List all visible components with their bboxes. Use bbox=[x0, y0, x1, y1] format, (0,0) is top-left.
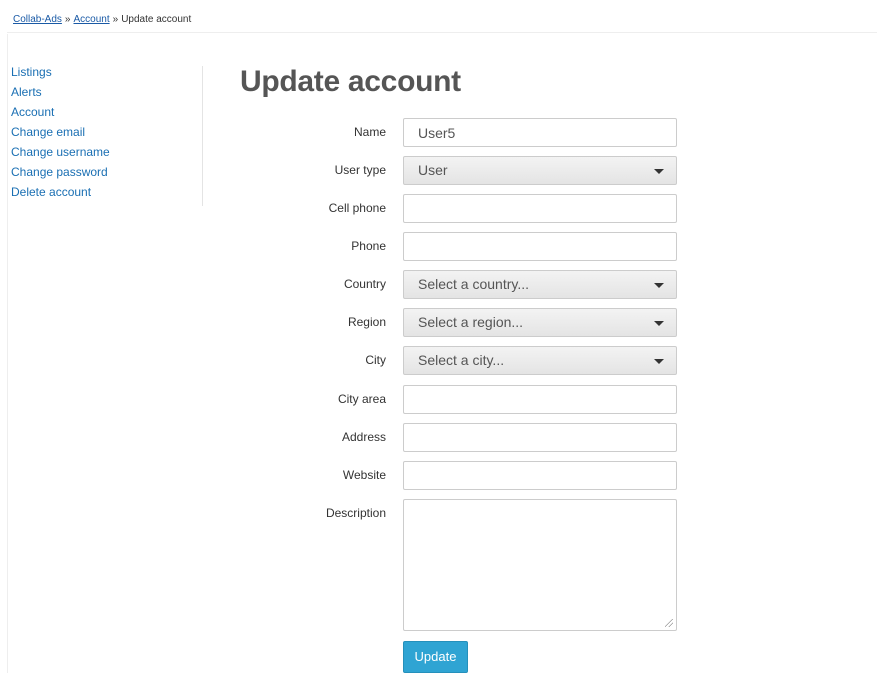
website-label: Website bbox=[342, 468, 386, 482]
cell-phone-label: Cell phone bbox=[328, 201, 386, 215]
city-select[interactable]: Select a city... bbox=[403, 346, 677, 375]
description-textarea[interactable] bbox=[403, 499, 677, 631]
sidebar: Listings Alerts Account Change email Cha… bbox=[11, 62, 191, 202]
sidebar-item-delete-account[interactable]: Delete account bbox=[11, 182, 191, 202]
sidebar-item-change-username[interactable]: Change username bbox=[11, 142, 191, 162]
name-label: Name bbox=[353, 125, 386, 139]
user-type-selected-value: User bbox=[418, 162, 448, 178]
page: Collab-Ads» Account» Update account Listin… bbox=[0, 0, 883, 673]
address-label: Address bbox=[341, 430, 386, 444]
sidebar-item-change-email[interactable]: Change email bbox=[11, 122, 191, 142]
website-row: Website bbox=[260, 461, 680, 491]
cell-phone-row: Cell phone bbox=[260, 194, 680, 224]
country-row: Country Select a country... bbox=[260, 270, 680, 300]
page-title: Update account bbox=[240, 65, 461, 98]
breadcrumb-separator: » bbox=[112, 14, 119, 25]
country-selected-value: Select a country... bbox=[418, 276, 530, 292]
country-label: Country bbox=[343, 277, 386, 291]
name-input[interactable] bbox=[403, 118, 677, 147]
address-input[interactable] bbox=[403, 423, 677, 452]
chevron-down-icon bbox=[654, 321, 664, 326]
sidebar-item-change-password[interactable]: Change password bbox=[11, 162, 191, 182]
sidebar-item-listings[interactable]: Listings bbox=[11, 62, 191, 82]
cell-phone-input[interactable] bbox=[403, 194, 677, 223]
region-row: Region Select a region... bbox=[260, 308, 680, 338]
website-input[interactable] bbox=[403, 461, 677, 490]
breadcrumb: Collab-Ads» Account» Update account bbox=[7, 8, 877, 33]
phone-input[interactable] bbox=[403, 232, 677, 261]
city-area-input[interactable] bbox=[403, 385, 677, 414]
city-area-label: City area bbox=[337, 392, 386, 406]
sidebar-item-account[interactable]: Account bbox=[11, 102, 191, 122]
description-label: Description bbox=[325, 506, 386, 520]
resize-grip-icon[interactable] bbox=[665, 619, 673, 627]
sidebar-divider bbox=[202, 66, 203, 206]
chevron-down-icon bbox=[654, 359, 664, 364]
region-selected-value: Select a region... bbox=[418, 314, 524, 330]
chevron-down-icon bbox=[654, 169, 664, 174]
city-label: City bbox=[365, 353, 386, 367]
breadcrumb-account-link[interactable]: Account bbox=[73, 14, 109, 25]
address-row: Address bbox=[260, 423, 680, 453]
update-button[interactable]: Update bbox=[403, 641, 468, 673]
city-selected-value: Select a city... bbox=[418, 352, 505, 368]
user-type-select[interactable]: User bbox=[403, 156, 677, 185]
sidebar-item-alerts[interactable]: Alerts bbox=[11, 82, 191, 102]
phone-row: Phone bbox=[260, 232, 680, 262]
user-type-label: User type bbox=[334, 163, 386, 177]
city-row: City Select a city... bbox=[260, 346, 680, 376]
left-border bbox=[7, 34, 8, 673]
region-label: Region bbox=[347, 315, 386, 329]
phone-label: Phone bbox=[351, 239, 386, 253]
name-row: Name bbox=[260, 118, 680, 148]
breadcrumb-home-link[interactable]: Collab-Ads bbox=[13, 14, 62, 25]
description-row: Description bbox=[260, 499, 680, 632]
breadcrumb-separator: » bbox=[64, 14, 71, 25]
chevron-down-icon bbox=[654, 283, 664, 288]
region-select[interactable]: Select a region... bbox=[403, 308, 677, 337]
user-type-row: User type User bbox=[260, 156, 680, 186]
city-area-row: City area bbox=[260, 385, 680, 415]
country-select[interactable]: Select a country... bbox=[403, 270, 677, 299]
breadcrumb-current: Update account bbox=[121, 14, 192, 25]
